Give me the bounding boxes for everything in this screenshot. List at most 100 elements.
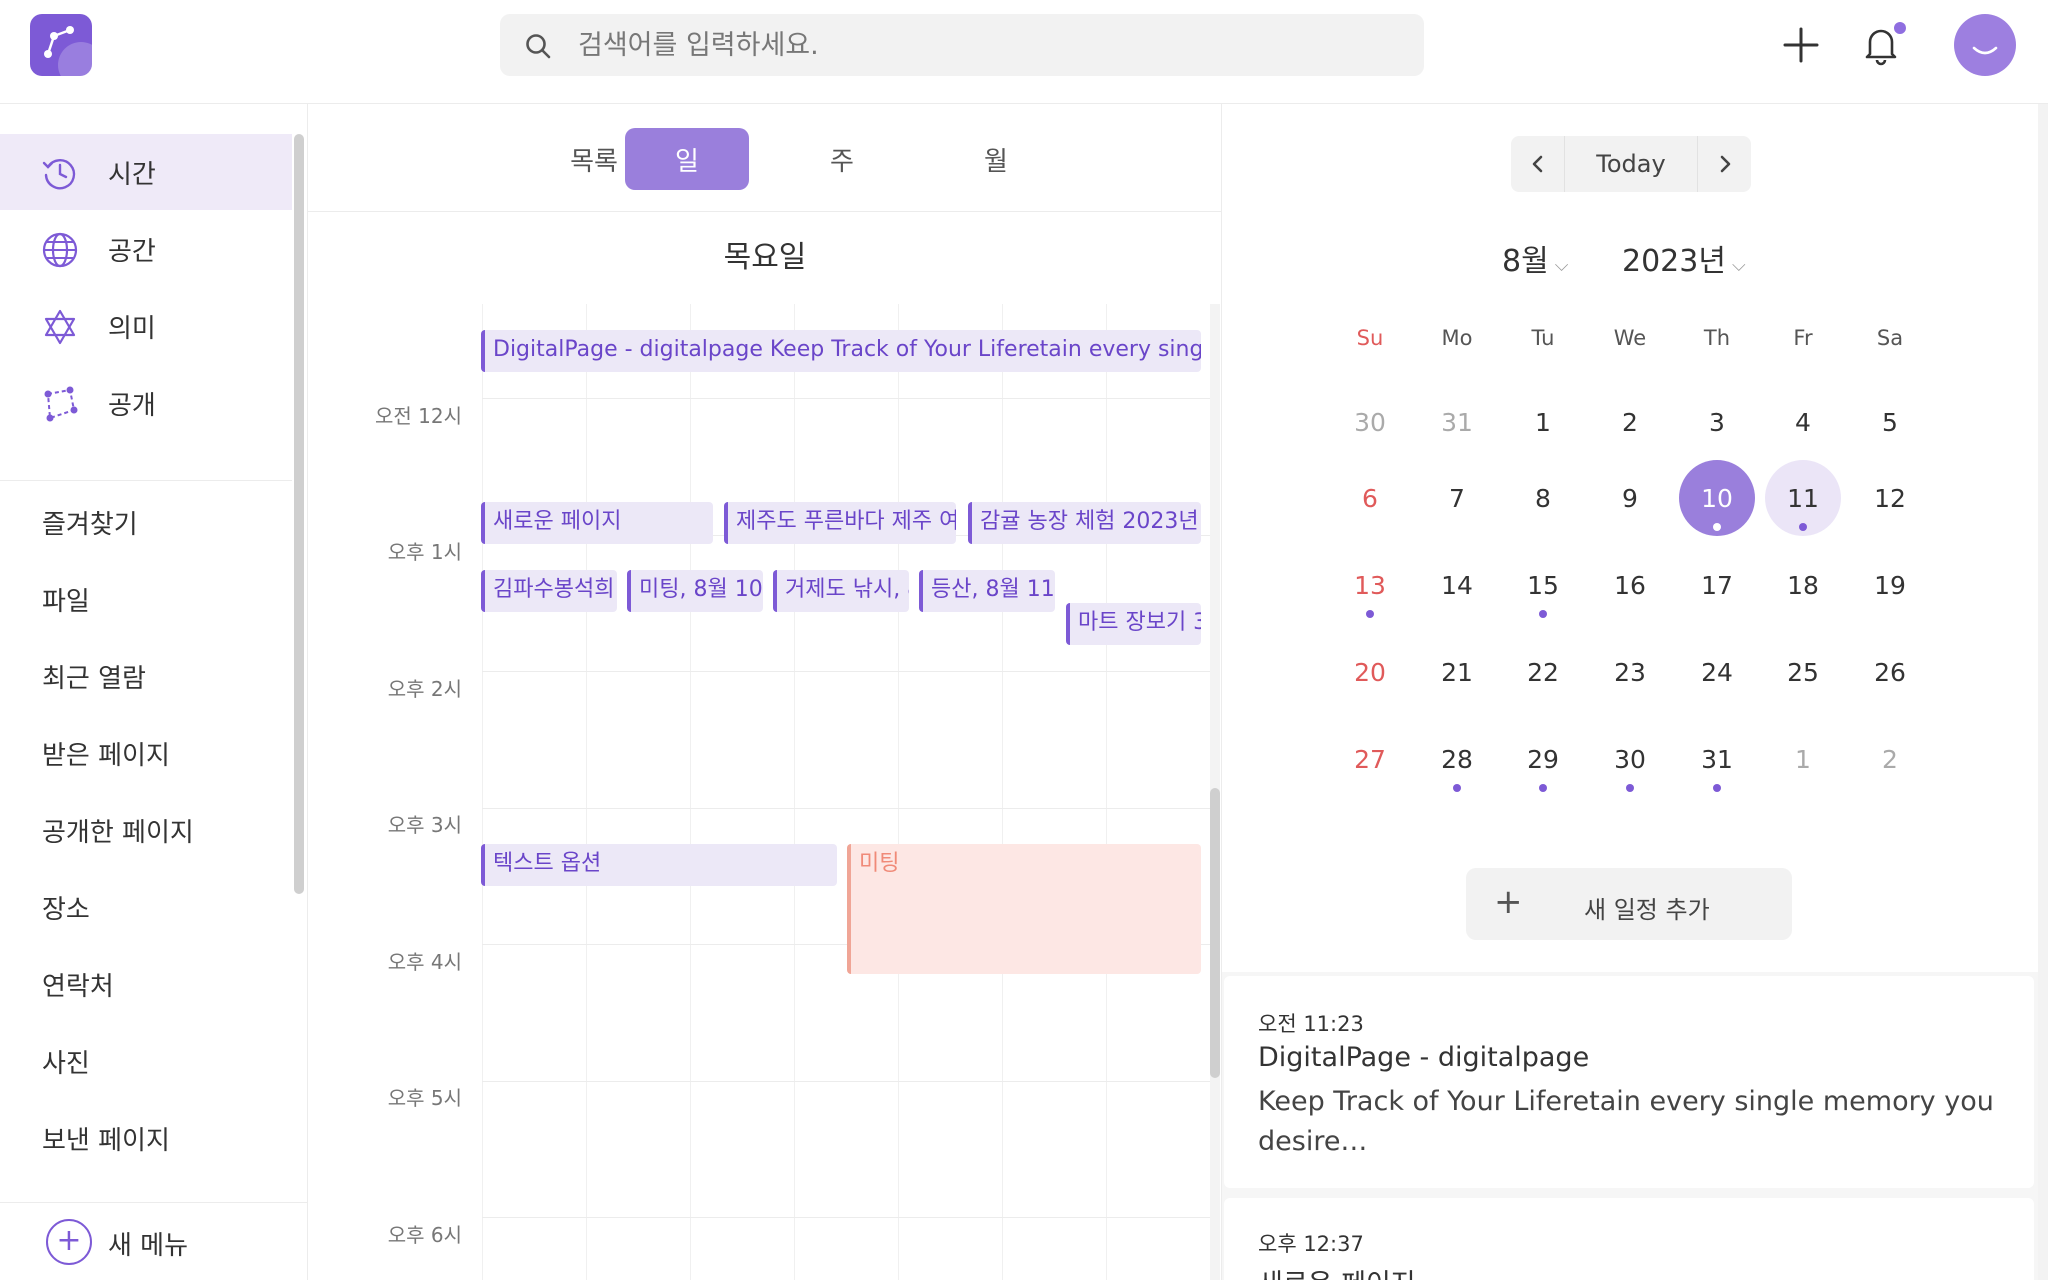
year-value: 2023년 [1622, 244, 1726, 279]
tab-day[interactable]: 일 [625, 128, 749, 190]
day-title: 목요일 [723, 240, 807, 275]
sidebar-link-recent[interactable]: 최근 열람 [42, 658, 146, 695]
calendar-day[interactable]: 9 [1592, 460, 1668, 536]
agenda-body: Keep Track of Your Liferetain every sing… [1258, 1086, 1994, 1157]
event-block[interactable]: 거제도 낚시, 8 [773, 570, 909, 612]
calendar-day[interactable]: 21 [1419, 634, 1495, 710]
today-button[interactable]: Today [1565, 136, 1697, 192]
app-logo[interactable] [30, 14, 92, 76]
event-block[interactable]: 새로운 페이지 [481, 502, 713, 544]
sidebar-link-places[interactable]: 장소 [42, 889, 90, 926]
calendar-day[interactable]: 5 [1852, 384, 1928, 460]
sidebar-link-contacts[interactable]: 연락처 [42, 966, 114, 1003]
sidebar: 시간 공간 의미 공개 즐겨찾기 파일 최근 열람 받은 페이지 공개한 페이지… [0, 104, 308, 1280]
calendar-day[interactable]: 1 [1505, 384, 1581, 460]
calendar-day[interactable]: 4 [1765, 384, 1841, 460]
chevron-down-icon: ⌵ [1554, 255, 1569, 276]
hour-line [482, 1217, 1210, 1218]
calendar-day[interactable]: 25 [1765, 634, 1841, 710]
grid-line [482, 304, 483, 1280]
tab-month[interactable]: 월 [934, 128, 1058, 190]
logo-network-icon [44, 26, 74, 58]
event-block[interactable]: DigitalPage - digitalpage Keep Track of … [481, 330, 1201, 372]
event-dot [1366, 610, 1374, 618]
star-of-david-icon [44, 309, 76, 345]
search-input[interactable] [578, 14, 1398, 76]
agenda-card[interactable]: 오전 11:23 DigitalPage - digitalpage Keep … [1224, 976, 2034, 1188]
calendar-day[interactable]: 26 [1852, 634, 1928, 710]
sidebar-link-photos[interactable]: 사진 [42, 1043, 90, 1080]
calendar-day[interactable]: 2 [1592, 384, 1668, 460]
calendar-day[interactable]: 8 [1505, 460, 1581, 536]
next-month-button[interactable] [1697, 136, 1751, 192]
weekday-label: We [1613, 326, 1647, 350]
day-view-scrollbar[interactable] [1210, 304, 1220, 1280]
calendar-day[interactable]: 3 [1679, 384, 1755, 460]
search-bar[interactable] [500, 14, 1424, 76]
calendar-day[interactable]: 1 [1765, 721, 1841, 797]
event-dot [1713, 784, 1721, 792]
grid-line [1002, 304, 1003, 1280]
calendar-day[interactable]: 14 [1419, 547, 1495, 623]
calendar-day[interactable]: 19 [1852, 547, 1928, 623]
sidebar-link-received-pages[interactable]: 받은 페이지 [42, 735, 170, 772]
time-label: 오후 1시 [387, 540, 462, 564]
calendar-day[interactable]: 23 [1592, 634, 1668, 710]
calendar-day[interactable]: 31 [1419, 384, 1495, 460]
chevron-right-icon [1720, 155, 1730, 173]
agenda-time: 오후 12:37 [1258, 1232, 1364, 1256]
calendar-day[interactable]: 20 [1332, 634, 1408, 710]
agenda-card[interactable]: 오후 12:37 새로운 페이지 [1224, 1198, 2034, 1280]
calendar-day[interactable]: 7 [1419, 460, 1495, 536]
calendar-day[interactable]: 17 [1679, 547, 1755, 623]
calendar-panel: Today 8월 ⌵ 2023년 ⌵ Su Mo Tu We Th Fr Sa 30… [1222, 104, 2048, 1280]
time-label: 오후 2시 [387, 677, 462, 701]
calendar-day[interactable]: 24 [1679, 634, 1755, 710]
sidebar-item-space[interactable]: 공간 [0, 211, 292, 287]
event-block[interactable]: 제주도 푸른바다 제주 여 [724, 502, 956, 544]
new-menu-label: 새 메뉴 [108, 1231, 189, 1261]
calendar-day[interactable]: 2 [1852, 721, 1928, 797]
sidebar-link-published-pages[interactable]: 공개한 페이지 [42, 812, 194, 849]
time-label: 오후 5시 [387, 1086, 462, 1110]
sidebar-scrollbar[interactable] [294, 134, 304, 894]
sidebar-item-label: 공개 [108, 390, 156, 421]
chevron-down-icon: ⌵ [1731, 255, 1746, 276]
user-avatar[interactable] [1954, 14, 2016, 76]
event-block[interactable]: 마트 장보기 3 [1066, 603, 1201, 645]
tab-week[interactable]: 주 [780, 128, 904, 190]
sidebar-item-time[interactable]: 시간 [0, 134, 292, 210]
calendar-day[interactable]: 27 [1332, 721, 1408, 797]
calendar-day[interactable]: 30 [1332, 384, 1408, 460]
sidebar-link-favorites[interactable]: 즐겨찾기 [42, 504, 138, 541]
calendar-day[interactable]: 18 [1765, 547, 1841, 623]
calendar-day[interactable]: 16 [1592, 547, 1668, 623]
weekday-label: Fr [1793, 326, 1813, 350]
new-menu-button[interactable]: + 새 메뉴 [0, 1202, 307, 1280]
event-block[interactable]: 감귤 농장 체험 2023년 [968, 502, 1201, 544]
agenda-title: DigitalPage - digitalpage [1258, 1042, 1590, 1073]
calendar-panel-scrollbar[interactable] [2038, 104, 2048, 1280]
grid-line [794, 304, 795, 1280]
event-block[interactable]: 텍스트 옵션 [481, 844, 837, 886]
event-block[interactable]: 김파수봉석희 [481, 570, 617, 612]
add-icon[interactable] [1776, 20, 1826, 70]
top-bar [0, 0, 2048, 104]
scrollbar-thumb[interactable] [1210, 788, 1220, 1078]
calendar-day[interactable]: 6 [1332, 460, 1408, 536]
sidebar-link-sent-pages[interactable]: 보낸 페이지 [42, 1120, 170, 1157]
weekday-label: Sa [1876, 326, 1904, 350]
prev-month-button[interactable] [1511, 136, 1565, 192]
event-block[interactable]: 미팅 [847, 844, 1201, 974]
event-block[interactable]: 등산, 8월 11일 [919, 570, 1055, 612]
sidebar-link-files[interactable]: 파일 [42, 581, 90, 618]
calendar-day[interactable]: 22 [1505, 634, 1581, 710]
sidebar-item-meaning[interactable]: 의미 [0, 288, 292, 364]
year-select[interactable]: 2023년 ⌵ [1622, 236, 1746, 280]
month-select[interactable]: 8월 ⌵ [1502, 236, 1568, 280]
add-event-button[interactable]: + 새 일정 추가 [1466, 868, 1792, 940]
event-block[interactable]: 미팅, 8월 10일 [627, 570, 763, 612]
calendar-day[interactable]: 12 [1852, 460, 1928, 536]
grid-line [586, 304, 587, 1280]
sidebar-item-public[interactable]: 공개 [0, 365, 292, 441]
